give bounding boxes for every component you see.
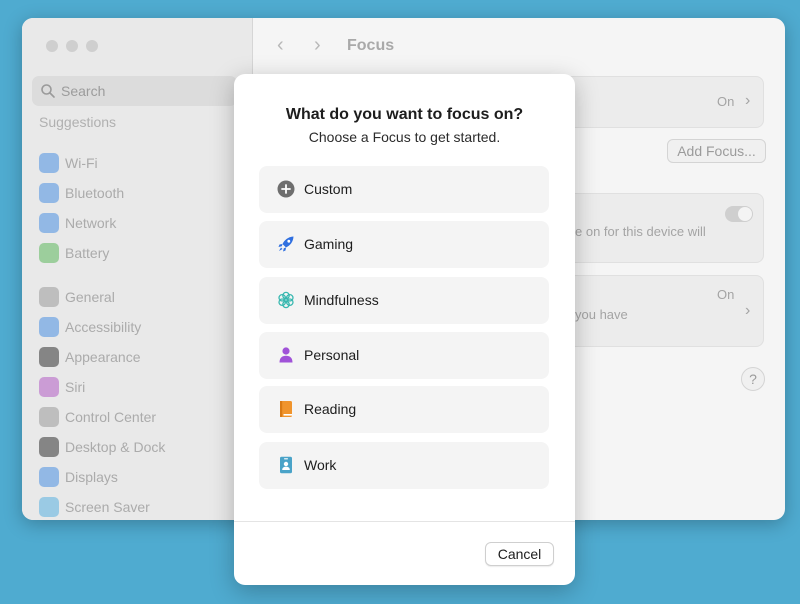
share-description: e on for this device will [575,224,706,239]
option-label: Personal [304,347,360,363]
appearance-icon [39,347,59,367]
sidebar-item-accessibility[interactable]: Accessibility [39,316,141,338]
dialog-subtitle: Choose a Focus to get started. [308,129,501,145]
screen-saver-icon [39,497,59,517]
focus-option-mindfulness[interactable]: Mindfulness [259,277,549,324]
sidebar-item-control-center[interactable]: Control Center [39,406,156,428]
displays-icon [39,467,59,487]
sidebar-item-label: Battery [65,245,110,261]
sidebar-item-appearance[interactable]: Appearance [39,346,141,368]
control-center-icon [39,407,59,427]
sidebar-item-siri[interactable]: Siri [39,376,85,398]
sidebar-item-general[interactable]: General [39,286,115,308]
sidebar-item-label: Appearance [65,349,141,365]
search-icon [41,84,55,98]
forward-button[interactable]: › [314,34,321,57]
person-icon [279,347,293,363]
siri-icon [39,377,59,397]
close-button[interactable] [46,40,58,52]
desktop-dock-icon [39,437,59,457]
focus-option-gaming[interactable]: Gaming [259,221,549,268]
page-title: Focus [347,37,395,54]
sidebar-item-desktop-dock[interactable]: Desktop & Dock [39,436,165,458]
add-focus-dialog: What do you want to focus on? Choose a F… [234,74,575,585]
sidebar-item-label: Screen Saver [65,499,150,515]
chevron-right-icon: › [745,92,751,109]
focus-option-reading[interactable]: Reading [259,386,549,433]
sidebar-item-label: Desktop & Dock [65,439,166,455]
share-toggle[interactable] [725,206,753,222]
back-button[interactable]: ‹ [277,34,284,57]
sidebar-item-label: General [65,289,115,305]
sidebar-item-battery[interactable]: Battery [39,242,109,264]
sidebar-heading: Suggestions [39,114,117,130]
option-label: Custom [304,181,353,197]
gear-icon [39,287,59,307]
cancel-button[interactable]: Cancel [485,542,554,566]
zoom-button[interactable] [86,40,98,52]
bluetooth-icon [39,183,59,203]
search-field[interactable]: Search [32,76,237,106]
search-placeholder: Search [61,83,106,99]
plus-circle-icon [277,180,295,198]
sidebar-item-label: Control Center [65,409,157,425]
sidebar-item-label: Bluetooth [65,185,125,201]
sidebar-item-wifi[interactable]: Wi-Fi [39,152,98,174]
focus-option-custom[interactable]: Custom [259,166,549,213]
option-label: Reading [304,401,357,417]
accessibility-icon [39,317,59,337]
sidebar-item-network[interactable]: Network [39,212,116,234]
focus-option-work[interactable]: Work [259,442,549,489]
flower-icon [278,291,294,309]
option-label: Work [304,457,337,473]
wifi-icon [39,153,59,173]
sidebar-item-label: Displays [65,469,118,485]
sidebar-item-label: Accessibility [65,319,142,335]
sidebar: Search Suggestions Wi-Fi Bluetooth Netwo… [22,18,253,520]
sidebar-item-label: Network [65,215,117,231]
dialog-title: What do you want to focus on? [285,106,524,123]
sidebar-item-label: Siri [65,379,86,395]
option-label: Mindfulness [304,292,379,308]
battery-icon [39,243,59,263]
help-button[interactable]: ? [741,367,765,391]
chevron-right-icon: › [745,302,751,319]
sidebar-item-screen-saver[interactable]: Screen Saver [39,496,150,518]
focus-status-description: you have [575,307,628,322]
sidebar-item-displays[interactable]: Displays [39,466,118,488]
row-value: On [717,94,735,109]
dialog-divider [234,521,575,522]
id-badge-icon [280,456,292,474]
focus-status-value: On [717,287,735,302]
add-focus-button[interactable]: Add Focus... [667,139,766,163]
book-icon [280,401,292,417]
focus-option-personal[interactable]: Personal [259,332,549,379]
network-icon [39,213,59,233]
sidebar-item-bluetooth[interactable]: Bluetooth [39,182,124,204]
minimize-button[interactable] [66,40,78,52]
rocket-icon [278,236,294,252]
sidebar-item-label: Wi-Fi [65,155,98,171]
option-label: Gaming [304,236,354,252]
window-controls [46,40,98,52]
